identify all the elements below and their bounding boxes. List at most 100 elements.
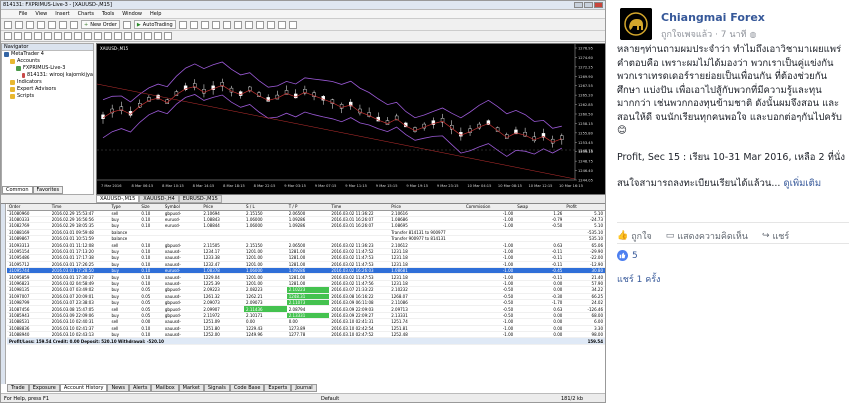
period-h4-icon[interactable]	[154, 32, 162, 40]
meta-editor-icon[interactable]	[122, 20, 131, 29]
fibonacci-icon[interactable]	[64, 32, 72, 40]
price-label: 1248.75	[578, 160, 593, 164]
price-label: 1258.15	[578, 122, 593, 126]
label-icon[interactable]	[84, 32, 92, 40]
terminal-tab-code-base[interactable]: Code Base	[229, 384, 265, 392]
navigator-item[interactable]: Indicators	[2, 79, 93, 86]
terminal-tab-journal[interactable]: Journal	[291, 384, 317, 392]
crosshair-icon[interactable]	[14, 32, 22, 40]
page-name[interactable]: Chiangmai Forex	[661, 11, 765, 24]
chart-title: XAUUSD-,M15	[100, 46, 129, 51]
terminal-tab-mailbox[interactable]: Mailbox	[151, 384, 179, 392]
navigator-item[interactable]: Accounts	[2, 58, 93, 65]
terminal-tab-account-history[interactable]: Account History	[59, 384, 108, 392]
share-count[interactable]: แชร์ 1 ครั้ง	[617, 272, 660, 286]
menu-view[interactable]: View	[35, 11, 47, 17]
navigator-item-label: Indicators	[17, 79, 42, 85]
price-label: 1267.55	[578, 84, 593, 88]
cursor-icon[interactable]	[4, 32, 12, 40]
navigator-item[interactable]: Scripts	[2, 93, 93, 100]
terminal-icon[interactable]	[59, 20, 67, 29]
post-body: หลายๆท่านถามผมประจำว่า ทำไมถึงเอาวิชามาเ…	[617, 43, 849, 204]
candlestick-icon[interactable]	[189, 20, 198, 29]
menu-insert[interactable]: Insert	[55, 11, 69, 17]
chart-canvas[interactable]: XAUUSD-,M15 1276.95 1274.60 1272.25 1269.90 1…	[96, 44, 605, 194]
terminal-tab-alerts[interactable]: Alerts	[128, 384, 152, 392]
menu-window[interactable]: Window	[122, 11, 142, 17]
current-price-label: 1248.75	[578, 149, 593, 153]
like-button[interactable]: 👍 ถูกใจ	[617, 229, 652, 243]
navigator-item-label: Expert Advisors	[17, 86, 57, 92]
vertical-line-icon[interactable]	[24, 32, 32, 40]
terminal-panel: Order Time Type Size Symbol Price S / LT / P Ti…	[1, 203, 605, 393]
close-button[interactable]	[594, 2, 603, 8]
navigator-item-label: Scripts	[17, 93, 35, 99]
periods-icon[interactable]	[277, 20, 286, 29]
zoom-in-icon[interactable]	[211, 20, 220, 29]
menu-tools[interactable]: Tools	[102, 11, 114, 17]
period-m1-icon[interactable]	[104, 32, 112, 40]
time-label: 9 Mar 23:15	[437, 184, 459, 188]
terminal-tab-trade[interactable]: Trade	[7, 384, 29, 392]
terminal-tab-signals[interactable]: Signals	[203, 384, 230, 392]
text-icon[interactable]	[74, 32, 82, 40]
new-chart-icon[interactable]	[4, 20, 12, 29]
terminal-tab-experts[interactable]: Experts	[264, 384, 292, 392]
line-chart-icon[interactable]	[200, 20, 209, 29]
period-m30-icon[interactable]	[134, 32, 142, 40]
elephant-logo-icon	[620, 8, 652, 40]
navigator-item[interactable]: FXPRIMUS-Live-3	[2, 65, 93, 72]
menu-file[interactable]: File	[19, 11, 27, 17]
horizontal-line-icon[interactable]	[34, 32, 42, 40]
market-watch-icon[interactable]	[26, 20, 34, 29]
trendline-icon[interactable]	[44, 32, 52, 40]
reactions-summary[interactable]: 5	[617, 243, 849, 261]
candle-body	[238, 91, 243, 96]
indicators-icon[interactable]	[266, 20, 275, 29]
templates-icon[interactable]	[288, 20, 297, 29]
comment-button[interactable]: ▭ แสดงความคิดเห็น	[666, 229, 748, 243]
navigator-icon[interactable]	[48, 20, 56, 29]
navigator-item[interactable]: 814131: wirooj kajornkijya	[2, 72, 93, 79]
maximize-button[interactable]	[584, 2, 593, 8]
menu-charts[interactable]: Charts	[78, 11, 94, 17]
chart-shift-icon[interactable]	[255, 20, 264, 29]
time-label: 10 Mar 12:15	[528, 184, 552, 188]
period-h1-icon[interactable]	[144, 32, 152, 40]
terminal-tab-market[interactable]: Market	[178, 384, 204, 392]
time-label: 10 Mar 04:15	[467, 184, 491, 188]
share-button[interactable]: ↪ แชร์	[762, 229, 789, 243]
period-d1-icon[interactable]	[164, 32, 172, 40]
summary-profit: 159.54	[564, 337, 605, 345]
page-avatar[interactable]	[620, 8, 652, 40]
period-m5-icon[interactable]	[114, 32, 122, 40]
navigator-item-label: MetaTrader 4	[11, 51, 44, 57]
navigator-item[interactable]: MetaTrader 4	[2, 51, 93, 58]
terminal-tab-exposure[interactable]: Exposure	[28, 384, 60, 392]
chart-tab-xauusd-h4[interactable]: XAUUSD-,H4	[139, 195, 179, 203]
chart-tab-xauusd-m15[interactable]: XAUUSD-,M15	[96, 195, 140, 203]
tab-common[interactable]: Common	[2, 186, 33, 194]
tile-windows-icon[interactable]	[233, 20, 242, 29]
price-chart[interactable]: XAUUSD-,M15 1276.95 1274.60 1272.25 1269.90 1…	[96, 43, 605, 195]
menu-help[interactable]: Help	[150, 11, 161, 17]
auto-scroll-icon[interactable]	[244, 20, 253, 29]
zoom-out-icon[interactable]	[222, 20, 231, 29]
see-more-link[interactable]: ดูเพิ่มเติม	[783, 178, 821, 189]
channel-icon[interactable]	[54, 32, 62, 40]
new-order-button[interactable]: + New Order	[81, 20, 120, 29]
autotrading-button[interactable]: ▶ AutoTrading	[133, 20, 176, 29]
tester-icon[interactable]	[70, 20, 78, 29]
period-m15-icon[interactable]	[124, 32, 132, 40]
chart-tab-eurusd-m15[interactable]: EURUSD-,M15	[178, 195, 222, 203]
profiles-icon[interactable]	[15, 20, 23, 29]
arrow-icon[interactable]	[94, 32, 102, 40]
terminal-tab-news[interactable]: News	[107, 384, 129, 392]
tab-favorites[interactable]: Favorites	[32, 186, 64, 194]
data-window-icon[interactable]	[37, 20, 45, 29]
navigator-panel: Navigator MetaTrader 4 Accounts FXPRIMUS-L…	[1, 43, 94, 195]
navigator-item[interactable]: Expert Advisors	[2, 86, 93, 93]
app-icon	[4, 52, 9, 57]
bar-chart-icon[interactable]	[178, 20, 187, 29]
minimize-button[interactable]	[574, 2, 583, 8]
